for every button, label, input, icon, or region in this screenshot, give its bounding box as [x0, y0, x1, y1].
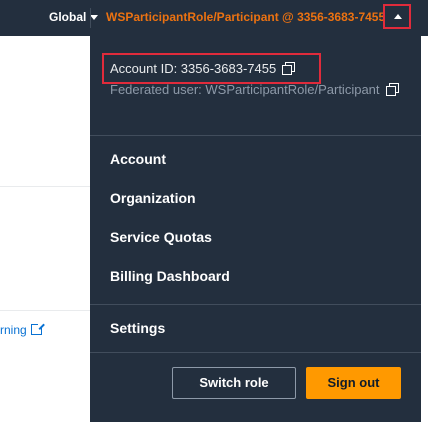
caret-up-icon — [394, 14, 402, 19]
menu-item-billing-dashboard[interactable]: Billing Dashboard — [110, 267, 230, 285]
menu-item-service-quotas[interactable]: Service Quotas — [110, 228, 212, 246]
background-link[interactable]: rning — [0, 322, 44, 338]
account-menu-trigger[interactable]: WSParticipantRole/Participant @ 3356-368… — [106, 9, 385, 25]
region-label: Global — [49, 10, 87, 24]
background-link-text: rning — [0, 323, 27, 337]
account-id-text: Account ID: 3356-3683-7455 — [110, 61, 277, 76]
menu-item-organization[interactable]: Organization — [110, 189, 196, 207]
account-id-row: Account ID: 3356-3683-7455 — [110, 60, 296, 77]
background-divider — [0, 186, 90, 187]
menu-item-account[interactable]: Account — [110, 150, 166, 168]
menu-divider — [90, 135, 421, 136]
external-link-icon — [30, 322, 44, 335]
copy-icon[interactable] — [386, 83, 400, 96]
caret-down-icon — [90, 15, 99, 20]
account-menu-toggle[interactable] — [383, 4, 411, 29]
background-divider — [0, 310, 90, 311]
nav-divider — [90, 8, 91, 28]
copy-icon[interactable] — [282, 62, 296, 75]
menu-divider — [90, 352, 421, 353]
switch-role-button[interactable]: Switch role — [172, 367, 296, 399]
menu-divider — [90, 304, 421, 305]
federated-user-row: Federated user: WSParticipantRole/Partic… — [110, 80, 406, 100]
menu-item-settings[interactable]: Settings — [110, 319, 165, 337]
sign-out-button[interactable]: Sign out — [306, 367, 401, 399]
account-dropdown: Account ID: 3356-3683-7455 Federated use… — [90, 36, 421, 422]
federated-user-text: Federated user: WSParticipantRole/Partic… — [110, 82, 380, 97]
top-navigation-bar: Global WSParticipantRole/Participant @ 3… — [0, 0, 428, 36]
